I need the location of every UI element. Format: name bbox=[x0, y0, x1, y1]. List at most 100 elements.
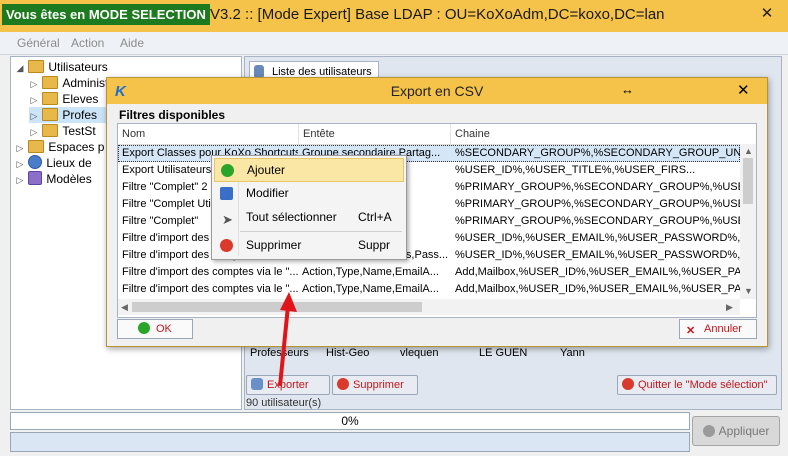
gear-icon bbox=[251, 378, 263, 390]
red-arrow-annotation bbox=[278, 292, 297, 387]
expand-icon[interactable]: ▷ bbox=[29, 76, 39, 92]
resize-icon[interactable]: ↔ bbox=[621, 82, 634, 97]
cell-chaine: %USER_ID%,%USER_EMAIL%,%USER_PASSWORD%,#… bbox=[455, 249, 741, 261]
scroll-right-icon[interactable]: ▶ bbox=[726, 302, 733, 313]
expand-icon[interactable]: ▷ bbox=[15, 156, 25, 172]
window-title: V3.2 :: [Mode Expert] Base LDAP : OU=KoX… bbox=[210, 6, 665, 23]
cell-nom: Filtre d'import des comptes via le "... bbox=[122, 266, 298, 278]
close-icon[interactable]: ✕ bbox=[752, 4, 782, 24]
menu-item-supprimer[interactable]: Supprimer Suppr bbox=[214, 234, 402, 256]
delete-icon bbox=[220, 239, 233, 252]
cancel-button[interactable]: ✕ Annuler bbox=[679, 319, 757, 339]
tree-item-eleves[interactable]: ▷ Eleves bbox=[29, 91, 98, 107]
arrow-shaft bbox=[278, 305, 290, 387]
column-header-nom[interactable]: Nom bbox=[118, 124, 299, 144]
edit-icon bbox=[220, 187, 233, 200]
horizontal-scrollbar[interactable]: ◀ ▶ bbox=[118, 299, 740, 315]
tree-label: TestSt bbox=[62, 124, 96, 138]
menu-item-modifier[interactable]: Modifier bbox=[214, 182, 402, 204]
scroll-up-icon[interactable]: ▲ bbox=[744, 146, 753, 156]
template-icon bbox=[28, 171, 43, 185]
menu-general[interactable]: Général bbox=[17, 36, 60, 50]
expand-icon[interactable]: ▷ bbox=[15, 140, 25, 156]
expand-icon[interactable]: ▷ bbox=[29, 124, 39, 140]
cell-chaine: %USER_ID%,%USER_TITLE%,%USER_FIRS... bbox=[455, 164, 696, 176]
apply-button[interactable]: Appliquer bbox=[692, 416, 780, 446]
folder-icon bbox=[42, 124, 59, 137]
tree-label: Lieux de bbox=[46, 156, 92, 170]
cell-entete: Action,Type,Name,EmailA... bbox=[302, 283, 439, 295]
menu-bar: Général Action Aide bbox=[0, 32, 788, 55]
menu-separator bbox=[240, 231, 402, 232]
progress-text: 0% bbox=[341, 414, 359, 428]
cross-icon: ✕ bbox=[686, 325, 696, 337]
scroll-thumb[interactable] bbox=[743, 158, 753, 204]
check-icon bbox=[702, 425, 715, 437]
delete-button[interactable]: Supprimer bbox=[332, 375, 418, 395]
quit-selection-button[interactable]: Quitter le "Mode sélection" bbox=[617, 375, 777, 395]
tree-item-modeles[interactable]: ▷ Modèles bbox=[15, 171, 92, 187]
folder-icon bbox=[42, 92, 59, 105]
tree-item-espaces[interactable]: ▷ Espaces p bbox=[15, 139, 104, 155]
grid-row[interactable]: Filtre d'import des comptes via le "... A… bbox=[118, 264, 741, 281]
tree-label: Eleves bbox=[62, 92, 99, 106]
cell-lastname: LE GUEN bbox=[479, 347, 528, 359]
tree-item-administ[interactable]: ▷ Administ bbox=[29, 75, 108, 91]
tree-label: Modèles bbox=[46, 172, 92, 186]
menu-item-ajouter[interactable]: Ajouter bbox=[214, 158, 404, 182]
folder-icon bbox=[28, 140, 45, 153]
menu-item-shortcut: Ctrl+A bbox=[358, 210, 392, 224]
expand-icon[interactable]: ▷ bbox=[29, 92, 39, 108]
cell-chaine: %PRIMARY_GROUP%,%SECONDARY_GROUP%,%USER_… bbox=[455, 181, 741, 193]
cell-subject: Hist-Geo bbox=[326, 347, 370, 359]
dialog-title: Export en CSV bbox=[390, 83, 484, 99]
tree-label: Administ bbox=[62, 76, 109, 90]
add-icon bbox=[221, 164, 234, 177]
quit-selection-label: Quitter le "Mode sélection" bbox=[638, 379, 768, 391]
close-icon[interactable]: ✕ bbox=[737, 81, 750, 99]
cell-chaine: Add,Mailbox,%USER_ID%,%USER_EMAIL%,%USER… bbox=[455, 283, 741, 295]
users-count: 90 utilisateur(s) bbox=[246, 397, 322, 409]
collapse-icon[interactable]: ◢ bbox=[15, 60, 25, 76]
tree-item-testst[interactable]: ▷ TestSt bbox=[29, 123, 96, 139]
cancel-label: Annuler bbox=[704, 323, 742, 335]
vertical-scrollbar[interactable]: ▲ ▼ bbox=[740, 144, 756, 299]
folder-icon bbox=[42, 76, 59, 89]
mode-selection-badge: Vous êtes en MODE SELECTION bbox=[2, 4, 210, 25]
grid-row[interactable]: Filtre d'import des comptes via le "... A… bbox=[118, 281, 741, 298]
expand-icon[interactable]: ▷ bbox=[15, 172, 25, 188]
menu-item-shortcut: Suppr bbox=[358, 238, 391, 252]
cell-login: vlequen bbox=[400, 347, 439, 359]
menu-item-label: Supprimer bbox=[246, 238, 302, 252]
dialog-titlebar: K Export en CSV ↔ ✕ bbox=[107, 78, 767, 104]
cell-chaine: %PRIMARY_GROUP%,%SECONDARY_GROUP%,%USER_… bbox=[455, 215, 741, 227]
folder-icon bbox=[28, 60, 45, 73]
cell-entete: Action,Type,Name,EmailA... bbox=[302, 266, 439, 278]
tree-label: Utilisateurs bbox=[48, 60, 108, 74]
menu-aide[interactable]: Aide bbox=[120, 36, 144, 50]
tree-item-utilisateurs[interactable]: ◢ Utilisateurs bbox=[15, 59, 108, 75]
exit-icon bbox=[622, 378, 634, 390]
tree-item-lieux[interactable]: ▷ Lieux de bbox=[15, 155, 92, 171]
scroll-down-icon[interactable]: ▼ bbox=[744, 286, 753, 296]
delete-icon bbox=[337, 378, 349, 390]
arrow-head bbox=[280, 292, 297, 312]
expand-icon[interactable]: ▷ bbox=[29, 108, 39, 124]
context-menu: Ajouter Modifier ➤ Tout sélectionner Ctr… bbox=[211, 155, 407, 260]
tree-label: Profes bbox=[62, 108, 98, 122]
cursor-icon: ➤ bbox=[222, 212, 233, 227]
menu-action[interactable]: Action bbox=[71, 36, 104, 50]
column-header-chaine[interactable]: Chaine bbox=[451, 124, 744, 144]
tree-item-profes[interactable]: ▷ Profes bbox=[29, 107, 109, 123]
cell-chaine: %SECONDARY_GROUP%,%SECONDARY_GROUP_UNC..… bbox=[455, 147, 741, 159]
folder-icon bbox=[42, 108, 59, 121]
cell-chaine: Add,Mailbox,%USER_ID%,%USER_EMAIL%,%USER… bbox=[455, 266, 741, 278]
scroll-left-icon[interactable]: ◀ bbox=[121, 302, 128, 313]
grid-header: Nom Entête Chaine bbox=[118, 124, 756, 145]
progress-bar: 0% bbox=[10, 412, 690, 430]
ok-button[interactable]: OK bbox=[117, 319, 193, 339]
menu-item-label: Ajouter bbox=[247, 163, 286, 177]
status-bar bbox=[10, 432, 690, 452]
column-header-entete[interactable]: Entête bbox=[299, 124, 451, 144]
menu-item-tout-selectionner[interactable]: ➤ Tout sélectionner Ctrl+A bbox=[214, 206, 402, 228]
